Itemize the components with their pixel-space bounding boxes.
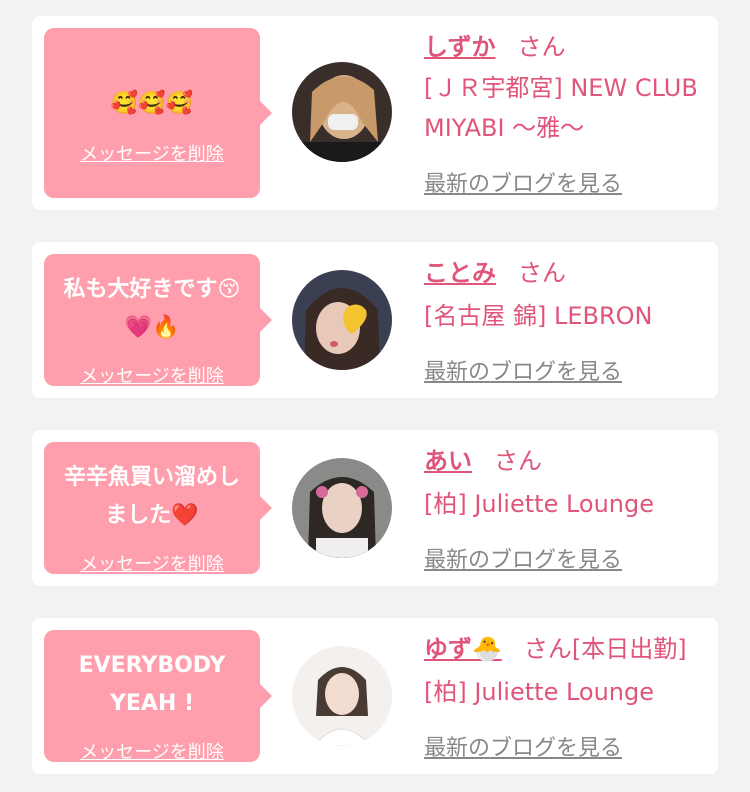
cast-name-link[interactable]: ゆず🐣 — [424, 635, 502, 663]
message-bubble: 私も大好きです😚 💗🔥 メッセージを削除 — [44, 254, 272, 388]
message-bubble: 🥰🥰🥰 メッセージを削除 — [44, 28, 272, 198]
name-line: しずか さん — [424, 32, 566, 62]
avatar[interactable] — [292, 458, 392, 558]
delete-message-link[interactable]: メッセージを削除 — [44, 738, 260, 764]
avatar[interactable] — [292, 62, 392, 162]
message-card: 私も大好きです😚 💗🔥 メッセージを削除 ことみ さん [名古屋 錦] LEBRO… — [32, 242, 718, 398]
name-line: あい さん — [424, 446, 542, 476]
honorific: さん — [494, 447, 542, 475]
shop-name: [ＪＲ宇都宮] NEW CLUB MIYABI 〜雅〜 — [424, 74, 698, 142]
cast-name-link[interactable]: あい — [424, 447, 472, 475]
honorific: さん — [523, 635, 572, 663]
attendance-status: [本日出勤] — [571, 635, 687, 663]
latest-blog-link[interactable]: 最新のブログを見る — [424, 542, 622, 574]
shop-name: [柏] Juliette Lounge — [424, 490, 655, 518]
name-line: ことみ さん — [424, 258, 566, 288]
avatar[interactable] — [292, 270, 392, 370]
message-text: YEAH ! — [109, 691, 195, 716]
cast-name: ゆず — [424, 635, 472, 663]
message-text: ました❤️ — [105, 503, 199, 528]
shop-name: [名古屋 錦] LEBRON — [424, 302, 653, 330]
cast-name-link[interactable]: ことみ — [424, 259, 496, 287]
message-bubble: 辛辛魚買い溜めし ました❤️ メッセージを削除 — [44, 442, 272, 576]
chick-emoji-icon: 🐣 — [472, 635, 502, 663]
avatar[interactable] — [292, 646, 392, 746]
delete-message-link[interactable]: メッセージを削除 — [44, 362, 260, 388]
message-text: 💗🔥 — [124, 315, 180, 340]
latest-blog-link[interactable]: 最新のブログを見る — [424, 166, 622, 198]
message-text: 辛辛魚買い溜めし — [63, 465, 240, 490]
delete-message-link[interactable]: メッセージを削除 — [44, 550, 260, 576]
honorific: さん — [517, 33, 566, 61]
delete-message-link[interactable]: メッセージを削除 — [44, 140, 260, 166]
message-card: 🥰🥰🥰 メッセージを削除 しずか さん [ＪＲ宇都宮] NEW CLUB MIYA… — [32, 16, 718, 210]
message-text: 🥰🥰🥰 — [110, 91, 194, 116]
latest-blog-link[interactable]: 最新のブログを見る — [424, 354, 622, 386]
message-card: 辛辛魚買い溜めし ました❤️ メッセージを削除 あい さん [柏] Juliett… — [32, 430, 718, 586]
message-bubble: EVERYBODY YEAH ! メッセージを削除 — [44, 630, 272, 764]
message-text: EVERYBODY — [78, 653, 226, 678]
name-line: ゆず🐣 さん[本日出勤] — [424, 634, 687, 664]
latest-blog-link[interactable]: 最新のブログを見る — [424, 730, 622, 762]
honorific: さん — [518, 259, 566, 287]
cast-name-link[interactable]: しずか — [424, 33, 496, 61]
message-card: EVERYBODY YEAH ! メッセージを削除 ゆず🐣 さん[本日出勤] [柏… — [32, 618, 718, 774]
message-text: 私も大好きです😚 — [63, 277, 241, 302]
shop-name: [柏] Juliette Lounge — [424, 678, 655, 706]
